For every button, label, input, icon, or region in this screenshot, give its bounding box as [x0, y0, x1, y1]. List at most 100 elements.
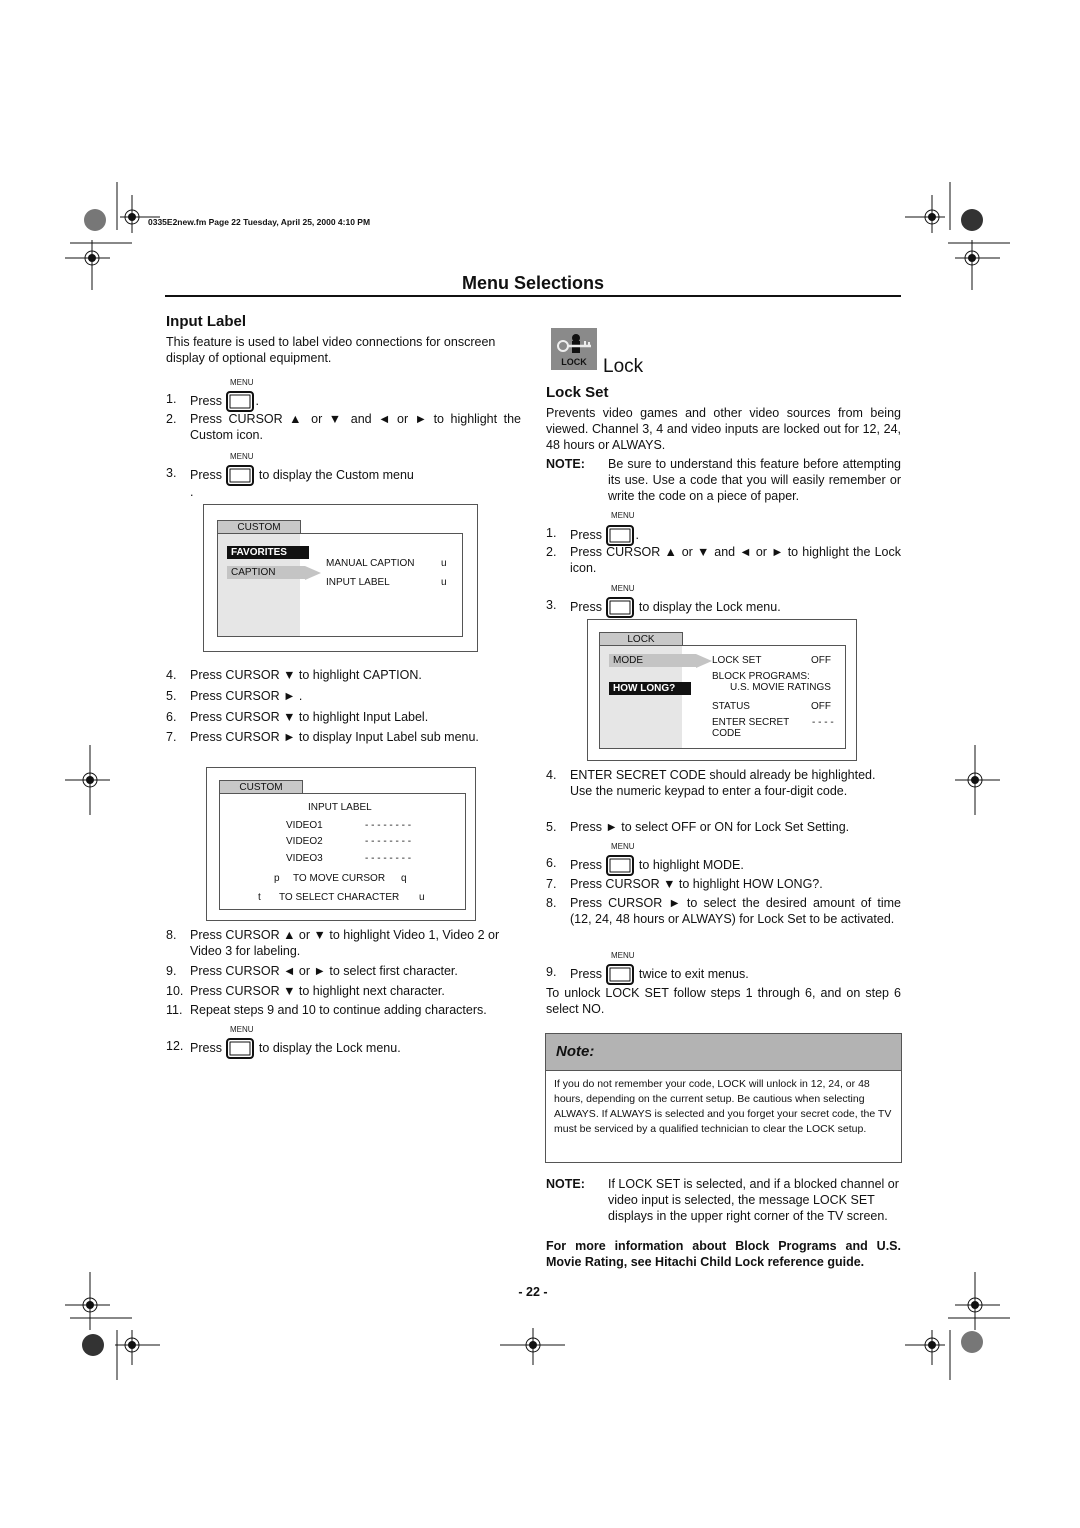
step-text: Press: [570, 857, 602, 872]
page-number: - 22 -: [518, 1285, 548, 1299]
code-label: CODE: [712, 728, 741, 739]
step-text: Press: [190, 1040, 222, 1055]
left-step-3: 3. Press to display the Custom menu: [166, 465, 522, 486]
step-number: 5.: [166, 689, 177, 703]
right-step-2: 2. Press CURSOR ▲ or ▼ and ◄ or ► to hig…: [546, 544, 902, 578]
note-label: NOTE:: [546, 457, 585, 471]
menu-item-input-label[interactable]: INPUT LABEL: [326, 577, 390, 588]
step-number: 12.: [166, 1039, 184, 1053]
left-step-8: 8. Press CURSOR ▲ or ▼ to highlight Vide…: [166, 927, 522, 961]
page-title: Menu Selections: [461, 273, 605, 293]
file-info-header: 0335E2new.fm Page 22 Tuesday, April 25, …: [148, 217, 371, 227]
menu-key-label: MENU: [230, 378, 254, 387]
left-step-5: 5. Press CURSOR ► .: [166, 688, 522, 708]
left-step-1: 1. Press .: [166, 391, 522, 412]
status-value: OFF: [811, 701, 831, 712]
input-label-panel: INPUT LABEL VIDEO1 - - - - - - - - VIDEO…: [219, 793, 466, 910]
video2-value[interactable]: - - - - - - - -: [365, 836, 411, 847]
step-number: 3.: [166, 466, 177, 480]
step-number: 4.: [546, 768, 557, 782]
secret-code-value[interactable]: - - - -: [812, 717, 834, 728]
more-info-text: For more information about Block Program…: [546, 1239, 901, 1269]
step-text: .: [255, 393, 259, 408]
menu-key-label: MENU: [230, 1025, 254, 1034]
note-text: Be sure to understand this feature befor…: [608, 457, 901, 503]
move-cursor-hint: TO MOVE CURSOR: [293, 873, 386, 884]
video2-label[interactable]: VIDEO2: [286, 836, 323, 847]
unlock-instructions: To unlock LOCK SET follow steps 1 throug…: [546, 986, 901, 1016]
step-text: Press: [570, 966, 602, 981]
block-programs-label[interactable]: BLOCK PROGRAMS:: [712, 671, 810, 682]
note-box-body: If you do not remember your code, LOCK w…: [554, 1078, 892, 1135]
input-label-intro: This feature is used to label video conn…: [166, 335, 496, 365]
menu-item-manual-caption[interactable]: MANUAL CAPTION: [326, 558, 415, 569]
step-text: to highlight MODE.: [638, 857, 744, 872]
movie-ratings-label[interactable]: U.S. MOVIE RATINGS: [730, 682, 831, 693]
status-label[interactable]: STATUS: [712, 701, 750, 712]
left-step-10: 10. Press CURSOR ▼ to highlight next cha…: [166, 983, 522, 1003]
right-glyph: u: [419, 892, 425, 903]
left-step-12: 12. Press to display the Lock menu.: [166, 1038, 522, 1059]
left-step-6: 6. Press CURSOR ▼ to highlight Input Lab…: [166, 709, 522, 729]
step-text: Press CURSOR ▲ or ▼ and ◄ or ► to highli…: [570, 545, 901, 575]
menu-item-favorites[interactable]: FAVORITES: [227, 546, 309, 559]
step-text: Press CURSOR ► .: [190, 689, 303, 703]
lock-tab: LOCK: [599, 632, 683, 646]
right-step-6: 6. Press to highlight MODE.: [546, 855, 902, 876]
right-step-4: 4. ENTER SECRET CODE should already be h…: [546, 767, 902, 819]
step-text: Press: [190, 393, 222, 408]
step-text: Press CURSOR ► to display Input Label su…: [190, 730, 479, 744]
step-text: to display the Custom menu: [258, 467, 414, 482]
left-step-4: 4. Press CURSOR ▼ to highlight CAPTION.: [166, 667, 522, 687]
step-text: to display the Lock menu.: [638, 599, 781, 614]
note-box-title: Note:: [556, 1043, 595, 1060]
right-step-7: 7. Press CURSOR ▼ to highlight HOW LONG?…: [546, 876, 902, 896]
input-label-heading: Input Label: [166, 313, 246, 330]
lock-icon-label: LOCK: [561, 357, 587, 367]
menu-item-how-long[interactable]: HOW LONG?: [609, 682, 691, 695]
menu-key-label: MENU: [611, 842, 635, 851]
lock-menu-panel: MODE HOW LONG? LOCK SET OFF BLOCK PROGRA…: [599, 645, 846, 749]
right-step-1: 1. Press .: [546, 525, 902, 546]
step-text: Press CURSOR ▼ to highlight next charact…: [190, 984, 445, 998]
step-number: 3.: [546, 598, 557, 612]
step-number: 1.: [166, 392, 177, 406]
step-text: Press CURSOR ▲ or ▼ and ◄ or ► to highli…: [190, 412, 521, 442]
menu-button-icon: [226, 391, 255, 412]
step-number: 5.: [546, 820, 557, 834]
menu-key-label: MENU: [230, 452, 254, 461]
video1-label[interactable]: VIDEO1: [286, 820, 323, 831]
input-label-menu-screen: CUSTOM INPUT LABEL VIDEO1 - - - - - - - …: [206, 767, 476, 921]
step-number: 9.: [166, 964, 177, 978]
step-number: 6.: [166, 710, 177, 724]
right-step-5: 5. Press ► to select OFF or ON for Lock …: [546, 819, 902, 839]
step-number: 8.: [166, 928, 177, 942]
lock-set-intro: Prevents video games and other video sou…: [546, 406, 901, 452]
menu-item-mode[interactable]: MODE: [609, 654, 696, 667]
enter-secret-code-label[interactable]: ENTER SECRET: [712, 717, 789, 728]
menu-button-icon: [606, 525, 635, 546]
video1-value[interactable]: - - - - - - - -: [365, 820, 411, 831]
step-trailing-period: .: [190, 485, 194, 499]
left-glyph: t: [258, 892, 261, 903]
note-label: NOTE:: [546, 1177, 585, 1191]
step-number: 6.: [546, 856, 557, 870]
step-text: Press: [190, 467, 222, 482]
menu-button-icon: [606, 964, 635, 985]
step-text: Press CURSOR ▼ to highlight CAPTION.: [190, 668, 422, 682]
menu-button-icon: [606, 855, 635, 876]
lock-set-heading: Lock Set: [546, 384, 609, 401]
up-glyph: p: [274, 873, 280, 884]
lock-set-value: OFF: [811, 655, 831, 666]
video3-value[interactable]: - - - - - - - -: [365, 853, 411, 864]
left-step-7: 7. Press CURSOR ► to display Input Label…: [166, 729, 522, 749]
lock-set-label[interactable]: LOCK SET: [712, 655, 761, 666]
menu-item-caption[interactable]: CAPTION: [227, 566, 305, 579]
video3-label[interactable]: VIDEO3: [286, 853, 323, 864]
menu-button-icon: [606, 597, 635, 618]
step-number: 7.: [166, 730, 177, 744]
step-text: ENTER SECRET CODE should already be high…: [570, 768, 876, 798]
note-box-header: Note:: [546, 1034, 901, 1071]
selection-arrow-icon: [696, 654, 712, 668]
input-label-title: INPUT LABEL: [308, 802, 372, 813]
